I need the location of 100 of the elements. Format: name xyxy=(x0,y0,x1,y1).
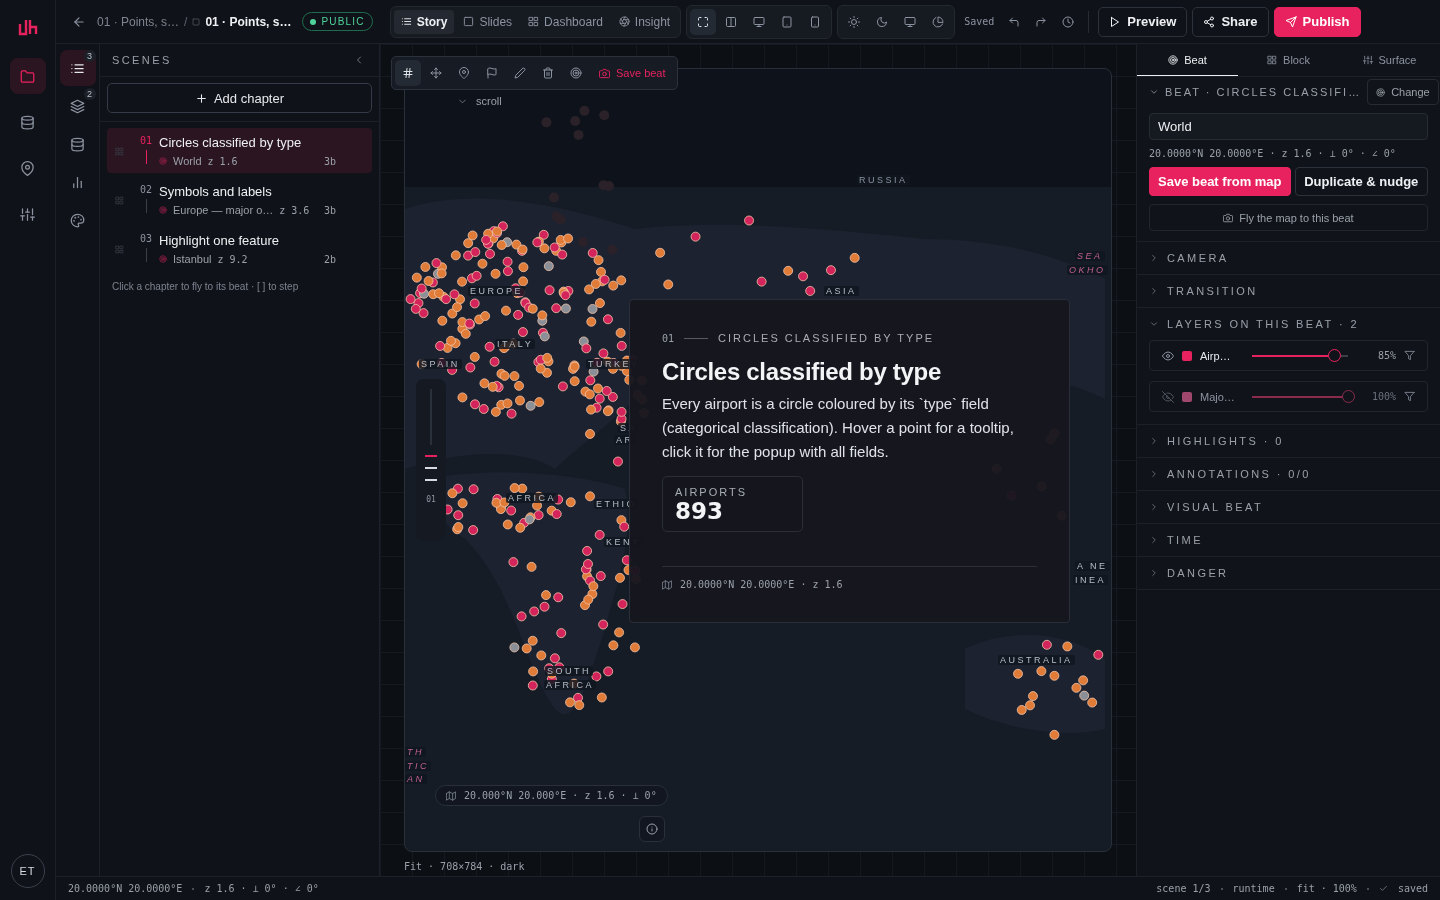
mode-tab[interactable]: Insight xyxy=(611,9,678,34)
breadcrumb-item[interactable]: 01 · Points, s… xyxy=(205,14,292,29)
layer-name: Airp… xyxy=(1200,349,1232,362)
map-label: TIC xyxy=(405,761,431,771)
square-icon xyxy=(192,17,201,26)
map-pin-icon xyxy=(458,67,470,79)
save-beat-from-map-button[interactable]: Save beat from map xyxy=(1149,167,1291,196)
change-button[interactable]: Change xyxy=(1367,79,1439,105)
slider-thumb[interactable] xyxy=(1327,348,1341,362)
section-header[interactable]: TRANSITION xyxy=(1137,275,1440,307)
section-header[interactable]: CAMERA xyxy=(1137,242,1440,274)
map-tool-button[interactable] xyxy=(395,60,421,86)
mode-tab[interactable]: Dashboard xyxy=(521,9,610,34)
count-badge: 3 xyxy=(83,50,96,62)
section-header[interactable]: DANGER xyxy=(1137,557,1440,589)
sun-icon xyxy=(848,15,861,28)
flag-icon xyxy=(486,67,498,79)
play-icon xyxy=(1109,15,1122,28)
section-header[interactable]: ANNOTATIONS · 0/0 xyxy=(1137,458,1440,490)
section-title: ANNOTATIONS · 0/0 xyxy=(1167,468,1311,480)
map-pin-icon xyxy=(20,160,35,176)
square-icon xyxy=(463,16,475,27)
check-icon xyxy=(1378,884,1388,893)
status-text: z 1.6 · ⊥ 0° · ∠ 0° xyxy=(204,883,319,894)
target-icon xyxy=(1168,54,1179,65)
filter-icon[interactable] xyxy=(1404,391,1415,402)
map-icon xyxy=(446,790,456,801)
chapter-zoom: z 9.2 xyxy=(217,253,248,265)
database-icon xyxy=(20,114,35,130)
inspector-tab[interactable]: Beat xyxy=(1137,44,1238,76)
eye-off-icon[interactable] xyxy=(1162,390,1174,403)
map-label: AUSTRALIA xyxy=(998,655,1075,665)
slider-thumb[interactable] xyxy=(1342,389,1355,403)
primary-button[interactable]: Publish xyxy=(1273,6,1361,37)
duplicate-button[interactable]: Duplicate & nudge xyxy=(1294,167,1428,196)
panel-tool-button[interactable]: 3 xyxy=(59,50,96,86)
zoom-rail[interactable]: 01 xyxy=(416,379,446,541)
toolbar-button[interactable]: Preview xyxy=(1098,6,1188,37)
camera-icon xyxy=(1223,212,1234,223)
scroll-label: scroll xyxy=(476,95,502,107)
chapter-title: Symbols and labels xyxy=(159,184,273,199)
info-button[interactable] xyxy=(639,816,665,842)
section-header[interactable]: TIME xyxy=(1137,524,1440,556)
add-chapter-button[interactable]: Add chapter xyxy=(107,83,372,113)
columns-icon xyxy=(725,15,738,28)
bar-chart-icon xyxy=(70,174,85,190)
card-eyebrow: CIRCLES CLASSIFIED BY TYPE xyxy=(718,332,935,344)
beat-coordinates: 20.0000°N 20.0000°E · z 1.6 · ⊥ 0° · ∠ 0° xyxy=(1149,148,1397,159)
folder-icon xyxy=(20,68,35,84)
grid-icon xyxy=(528,16,540,27)
info-icon xyxy=(646,823,658,835)
frame-info: Fit · 708×784 · dark xyxy=(404,861,525,872)
map-icon xyxy=(662,579,672,590)
inspector-tab[interactable]: Surface xyxy=(1339,44,1440,76)
chapter-item[interactable]: 01 Circles classified by type World z 1.6 3b xyxy=(107,128,372,173)
beat-count: 2b xyxy=(323,253,337,265)
map-label: OKHO xyxy=(1067,265,1108,275)
smartphone-icon xyxy=(809,15,822,28)
panel-tool-button[interactable]: 2 xyxy=(59,88,96,124)
chevron-right-icon xyxy=(1149,568,1159,578)
mode-tab[interactable]: Story xyxy=(393,9,455,34)
map-label: A NE xyxy=(1075,561,1110,571)
hint-text: Click a chapter to fly to its beat · [ ] to step xyxy=(111,280,300,294)
chevron-icon[interactable] xyxy=(1149,87,1159,97)
zoom-step-mark xyxy=(425,467,437,469)
status-text: 20.0000°N 20.0000°E xyxy=(68,883,183,894)
chevron-down-icon xyxy=(1149,319,1159,329)
camera-icon xyxy=(599,67,610,79)
section-title: VISUAL BEAT xyxy=(1167,501,1264,513)
drag-handle-icon xyxy=(115,147,124,156)
place-field[interactable]: World xyxy=(1149,113,1428,140)
section-title: DANGER xyxy=(1167,567,1229,579)
map-label: ITALY xyxy=(495,339,536,349)
layers-icon xyxy=(70,98,85,114)
chapter-item[interactable]: 03 Highlight one feature Istanbul z 9.2 2b xyxy=(107,226,372,271)
nav-button[interactable] xyxy=(9,58,46,94)
map-view[interactable] xyxy=(404,68,1112,852)
section-header[interactable]: LAYERS ON THIS BEAT · 2 xyxy=(1137,308,1440,340)
fly-to-beat-button[interactable]: Fly the map to this beat xyxy=(1149,204,1428,231)
eye-icon[interactable] xyxy=(1162,349,1174,362)
inspector-tab[interactable]: Block xyxy=(1238,44,1339,76)
section-title: TRANSITION xyxy=(1167,285,1258,297)
chevron-right-icon xyxy=(1149,502,1159,512)
breadcrumb-separator: / xyxy=(184,14,188,29)
chapter-item[interactable]: 02 Symbols and labels Europe — major o… z 3.6 3b xyxy=(107,177,372,222)
save-beat-button[interactable]: Save beat xyxy=(591,67,674,79)
card-title: Circles classified by type xyxy=(662,358,942,386)
database-icon xyxy=(70,136,85,152)
monitor-icon xyxy=(753,15,766,28)
chapter-place: World xyxy=(173,155,202,167)
mode-tab[interactable]: Slides xyxy=(456,9,520,34)
section-title: BEAT · CIRCLES CLASSIFI… xyxy=(1165,86,1362,98)
clock-icon xyxy=(1062,15,1075,28)
section-header[interactable]: HIGHLIGHTS · 0 xyxy=(1137,425,1440,457)
section-header[interactable]: VISUAL BEAT xyxy=(1137,491,1440,523)
toolbar-button[interactable]: Share xyxy=(1192,6,1269,37)
tablet-icon xyxy=(781,15,794,28)
breadcrumb-item[interactable]: 01 · Points, s… xyxy=(97,14,180,29)
device-button[interactable] xyxy=(690,8,717,35)
filter-icon[interactable] xyxy=(1404,350,1415,361)
